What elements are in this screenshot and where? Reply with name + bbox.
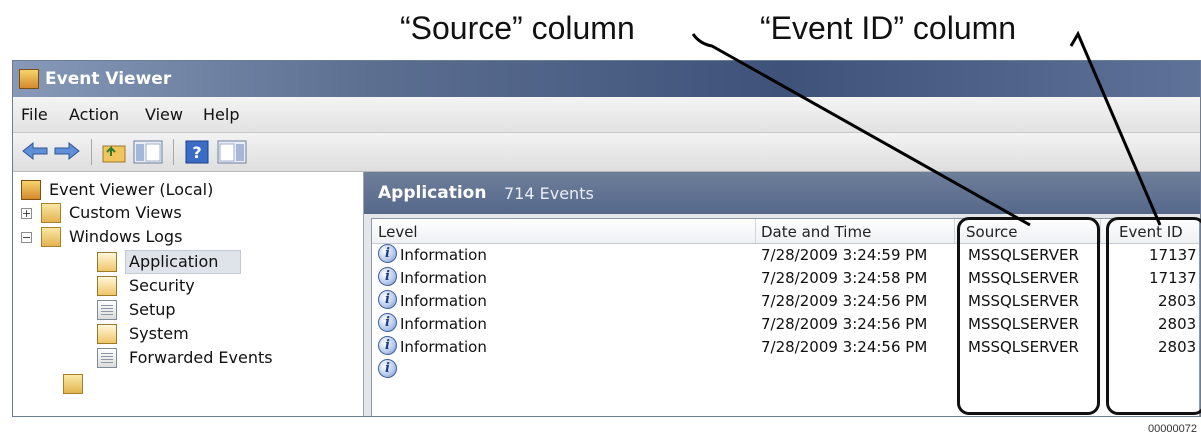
log-header: Application 714 Events xyxy=(364,172,1200,214)
menu-help[interactable]: Help xyxy=(203,105,239,124)
tree-item-setup[interactable]: Setup xyxy=(97,298,347,322)
collapse-icon[interactable]: − xyxy=(21,232,32,243)
toolbar: ? xyxy=(13,133,1200,172)
tree-item-label: Windows Logs xyxy=(69,227,183,246)
source-column-callout: “Source” column xyxy=(400,10,635,46)
cell-date: 7/28/2009 3:24:56 PM xyxy=(761,315,928,333)
tree-item-label: Application xyxy=(129,252,219,271)
figure-id: 00000072 xyxy=(1148,423,1197,435)
event-count: 714 Events xyxy=(504,184,594,203)
tree-item-windows-logs[interactable]: − Windows Logs xyxy=(21,225,351,249)
cell-level: Information xyxy=(400,292,487,310)
cell-date: 7/28/2009 3:24:56 PM xyxy=(761,338,928,356)
event-viewer-icon xyxy=(19,69,39,89)
tree-item-forwarded-events[interactable]: Forwarded Events xyxy=(97,346,347,370)
show-hide-console-tree-icon[interactable] xyxy=(133,140,163,164)
tree-item-partial[interactable] xyxy=(63,370,313,394)
source-column-highlight xyxy=(957,217,1100,415)
log-name: Application xyxy=(378,183,487,203)
menu-view[interactable]: View xyxy=(145,105,183,124)
column-separator[interactable] xyxy=(755,219,756,243)
log-warning-icon xyxy=(97,252,117,272)
information-icon: i xyxy=(378,313,397,332)
folder-icon xyxy=(63,374,83,394)
cell-level: Information xyxy=(400,338,487,356)
eventid-column-callout: “Event ID” column xyxy=(760,10,1017,46)
up-folder-icon[interactable] xyxy=(101,140,129,164)
cell-date: 7/28/2009 3:24:56 PM xyxy=(761,292,928,310)
menu-action[interactable]: Action xyxy=(69,105,119,124)
cell-date: 7/28/2009 3:24:59 PM xyxy=(761,246,928,264)
information-icon: i xyxy=(378,267,397,286)
column-header-level[interactable]: Level xyxy=(378,223,418,241)
column-separator[interactable] xyxy=(1100,219,1101,243)
tree-item-label: System xyxy=(129,324,189,343)
log-icon xyxy=(97,300,117,320)
title-bar[interactable]: Event Viewer xyxy=(13,61,1200,97)
information-icon: i xyxy=(378,336,397,355)
help-icon[interactable]: ? xyxy=(185,140,209,164)
show-hide-action-pane-icon[interactable] xyxy=(217,140,247,164)
folder-icon xyxy=(41,227,61,247)
menu-file[interactable]: File xyxy=(21,105,48,124)
expand-icon[interactable]: + xyxy=(21,208,32,219)
cell-level: Information xyxy=(400,246,487,264)
tree-item-root[interactable]: Event Viewer (Local) xyxy=(21,178,351,202)
log-icon xyxy=(97,348,117,368)
folder-icon xyxy=(41,203,61,223)
information-icon: i xyxy=(378,359,397,378)
toolbar-separator xyxy=(91,139,92,165)
tree-item-system[interactable]: System xyxy=(97,322,347,346)
console-tree: Event Viewer (Local) + Custom Views − Wi… xyxy=(13,172,364,416)
toolbar-separator xyxy=(173,139,174,165)
log-warning-icon xyxy=(97,276,117,296)
column-header-date[interactable]: Date and Time xyxy=(761,223,871,241)
svg-text:?: ? xyxy=(192,143,201,162)
back-arrow-icon[interactable] xyxy=(21,140,49,162)
information-icon: i xyxy=(378,290,397,309)
tree-item-label: Custom Views xyxy=(69,203,182,222)
cell-date: 7/28/2009 3:24:58 PM xyxy=(761,269,928,287)
tree-item-label: Security xyxy=(129,276,195,295)
tree-item-custom-views[interactable]: + Custom Views xyxy=(21,201,351,225)
event-viewer-icon xyxy=(21,180,41,200)
cell-level: Information xyxy=(400,315,487,333)
window-title: Event Viewer xyxy=(45,69,172,89)
tree-item-security[interactable]: Security xyxy=(97,274,347,298)
eventid-column-highlight xyxy=(1106,217,1201,415)
column-separator[interactable] xyxy=(954,219,955,243)
tree-item-label: Event Viewer (Local) xyxy=(49,180,214,199)
information-icon: i xyxy=(378,244,397,263)
tree-item-label: Forwarded Events xyxy=(129,348,273,367)
forward-arrow-icon[interactable] xyxy=(53,140,81,162)
tree-item-application[interactable]: Application xyxy=(97,250,347,274)
menu-bar: File Action View Help xyxy=(13,97,1200,133)
cell-level: Information xyxy=(400,269,487,287)
tree-item-label: Setup xyxy=(129,300,176,319)
log-warning-icon xyxy=(97,324,117,344)
